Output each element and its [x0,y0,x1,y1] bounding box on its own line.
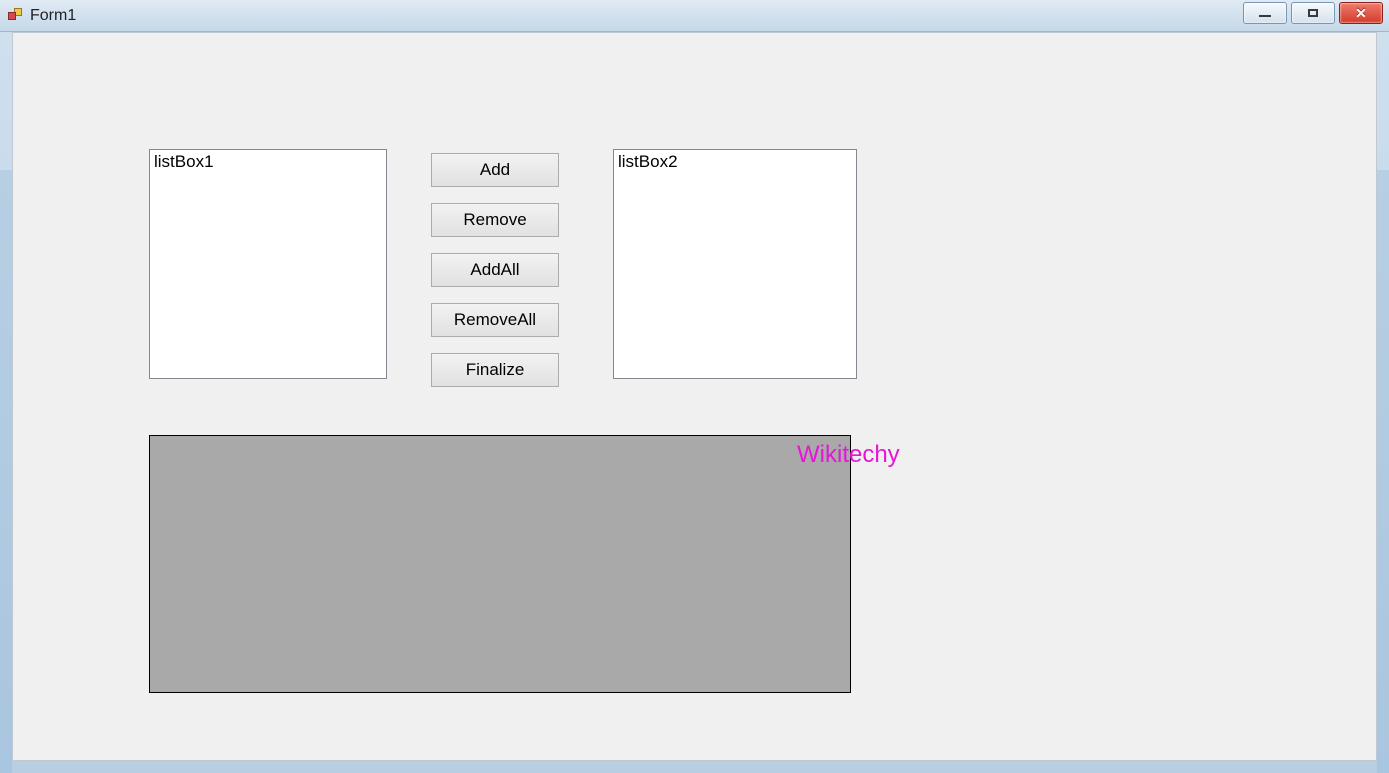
datagridview[interactable] [149,435,851,693]
listbox-1-item[interactable]: listBox1 [154,152,214,171]
add-button[interactable]: Add [431,153,559,187]
listbox-2-item[interactable]: listBox2 [618,152,678,171]
watermark-label: Wikitechy [797,441,900,469]
window-controls: ✕ [1243,2,1383,24]
listbox-2[interactable]: listBox2 [613,149,857,379]
window-title: Form1 [30,7,76,25]
finalize-button[interactable]: Finalize [431,353,559,387]
close-icon: ✕ [1355,5,1367,22]
listbox-1[interactable]: listBox1 [149,149,387,379]
maximize-icon [1308,9,1318,17]
maximize-button[interactable] [1291,2,1335,24]
minimize-icon [1259,15,1271,17]
app-icon [8,8,24,24]
removeall-button[interactable]: RemoveAll [431,303,559,337]
titlebar[interactable]: Form1 ✕ [0,0,1389,32]
remove-button[interactable]: Remove [431,203,559,237]
close-button[interactable]: ✕ [1339,2,1383,24]
form-client-area: listBox1 Add Remove AddAll RemoveAll Fin… [12,32,1377,761]
window-frame: Form1 ✕ listBox1 Add Remove AddAll Remov… [0,0,1389,773]
addall-button[interactable]: AddAll [431,253,559,287]
minimize-button[interactable] [1243,2,1287,24]
window-left-border [0,170,12,773]
window-right-border [1377,170,1389,773]
